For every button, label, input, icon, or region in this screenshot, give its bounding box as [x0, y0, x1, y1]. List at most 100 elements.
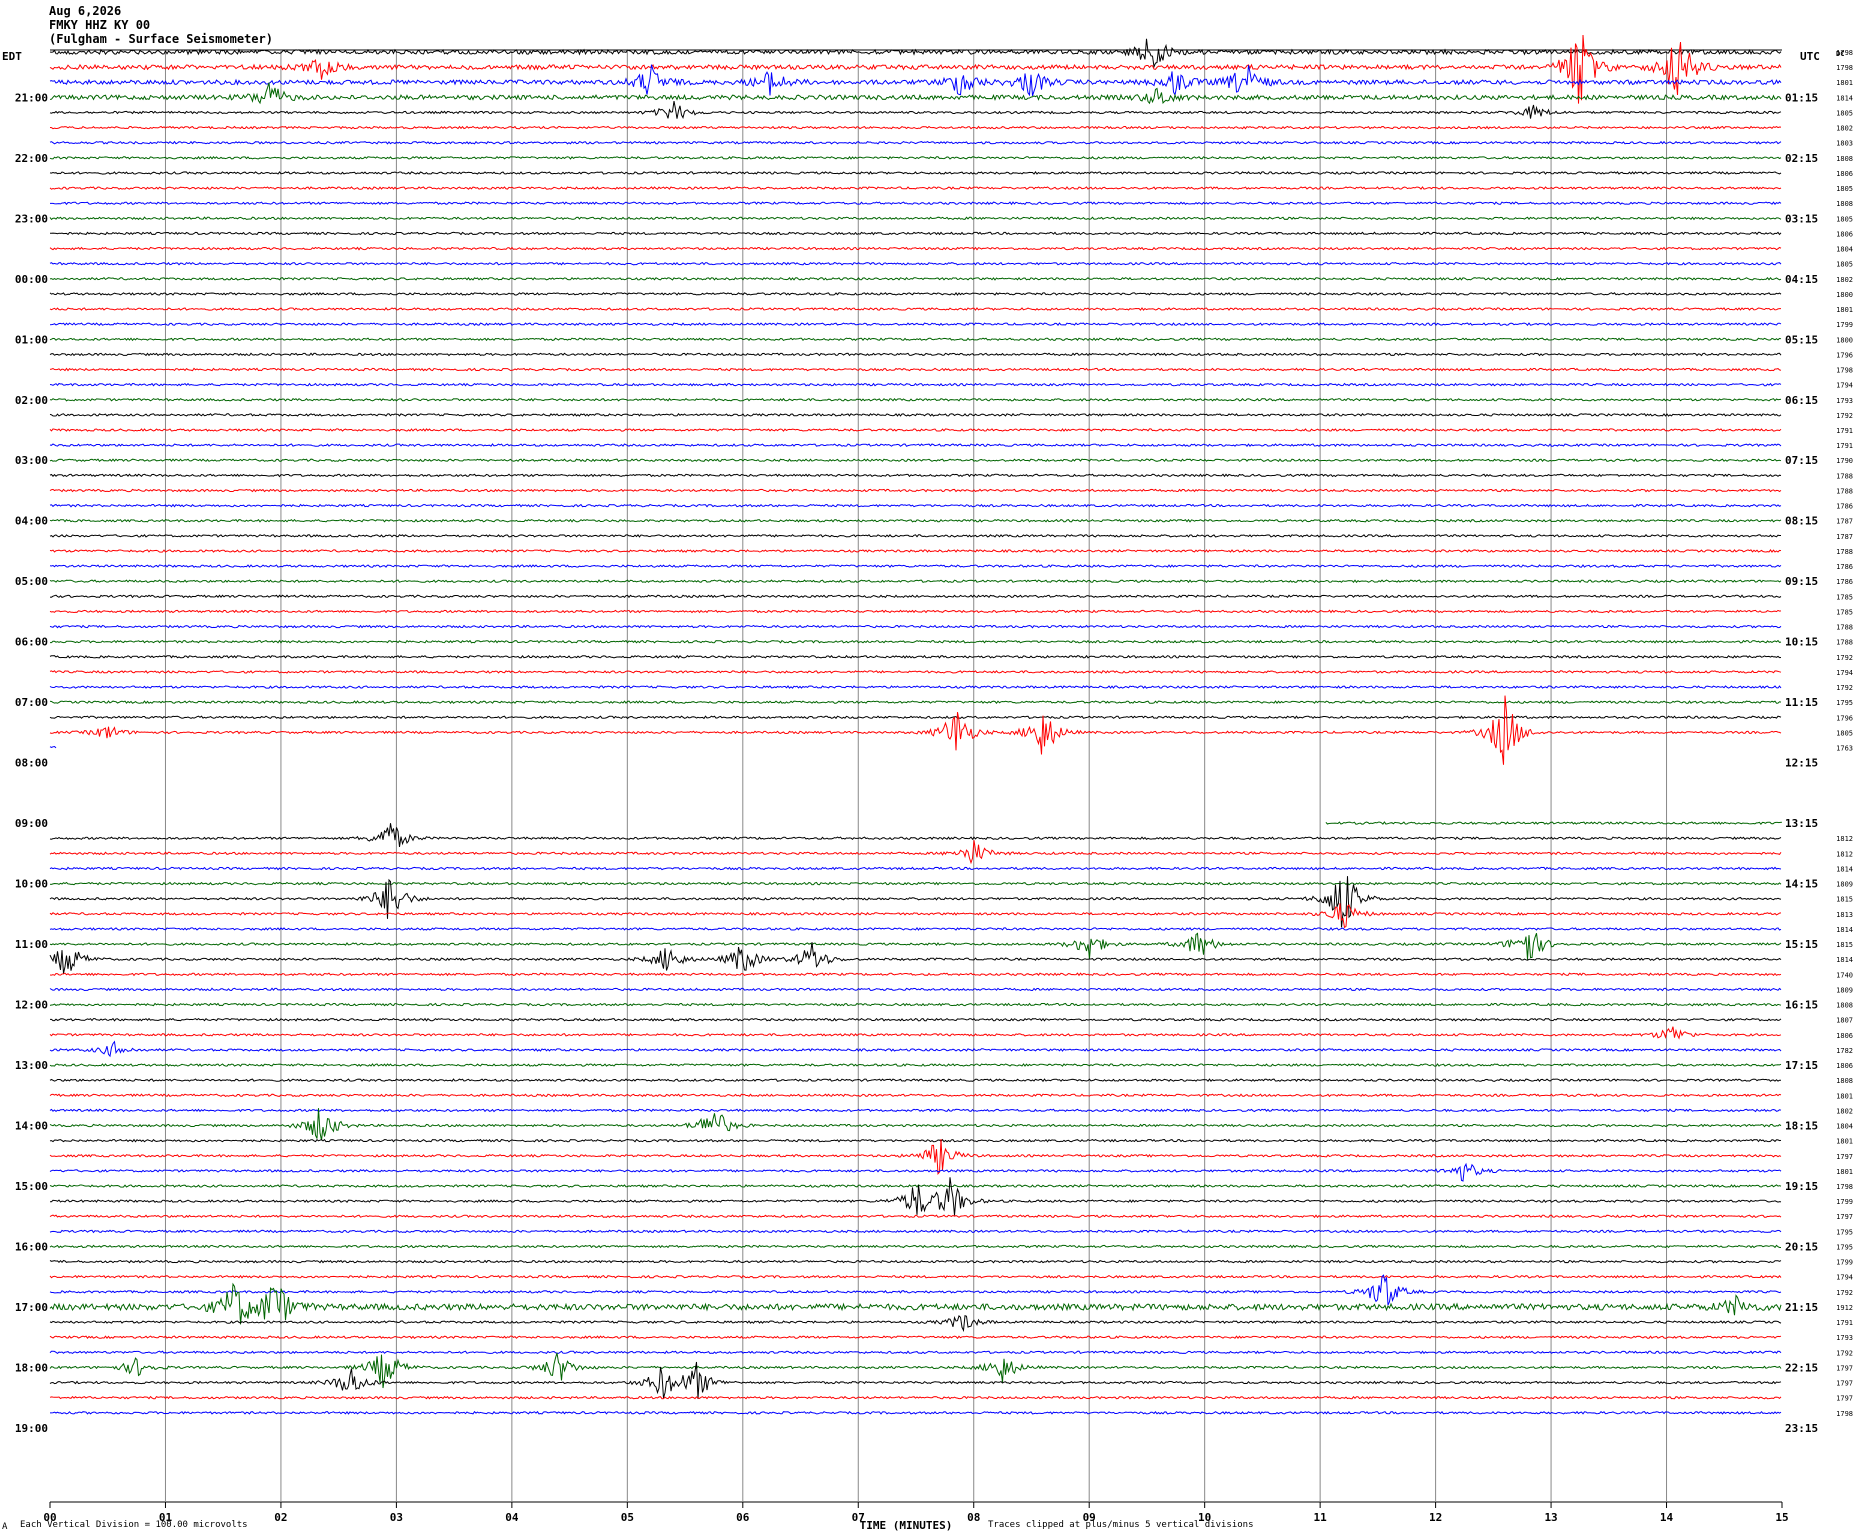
- dc-offset-label: 1806: [1836, 1062, 1853, 1070]
- utc-hour-label: 19:15: [1785, 1180, 1818, 1193]
- trace-line: [49, 942, 1782, 974]
- dc-offset-label: 1814: [1836, 865, 1853, 873]
- edt-hour-label: 19:00: [15, 1422, 48, 1435]
- dc-offset-label: 1806: [1836, 1032, 1853, 1040]
- edt-hour-label: 17:00: [15, 1301, 48, 1314]
- edt-hour-label: 14:00: [15, 1120, 48, 1133]
- dc-offset-label: 1800: [1836, 336, 1853, 344]
- dc-offset-label: 1814: [1836, 94, 1853, 102]
- trace-line: [49, 700, 1782, 705]
- edt-hour-label: 16:00: [15, 1240, 48, 1253]
- trace-line: [49, 1315, 1782, 1333]
- trace-line: [49, 261, 1782, 266]
- dc-offset-label: 1814: [1836, 926, 1853, 934]
- trace-line: [49, 1229, 1782, 1234]
- utc-hour-label: 03:15: [1785, 212, 1818, 225]
- dc-offset-label: 1797: [1836, 1364, 1853, 1372]
- dc-offset-label: 1792: [1836, 684, 1853, 692]
- dc-offset-label: 1801: [1836, 1138, 1853, 1146]
- dc-offset-label: 1808: [1836, 1002, 1853, 1010]
- dc-offset-label: 1786: [1836, 563, 1853, 571]
- edt-hour-label: 12:00: [15, 999, 48, 1012]
- dc-offset-label: 1801: [1836, 1092, 1853, 1100]
- trace-line: [49, 1063, 1782, 1067]
- dc-offset-label: 1815: [1836, 896, 1853, 904]
- dc-offset-label: 1790: [1836, 457, 1853, 465]
- trace-line: [49, 594, 1782, 599]
- dc-offset-label: 1792: [1836, 1289, 1853, 1297]
- x-tick-label: 13: [1544, 1511, 1557, 1524]
- trace-line: [49, 171, 1782, 175]
- x-tick-label: 14: [1660, 1511, 1674, 1524]
- utc-hour-label: 11:15: [1785, 696, 1818, 709]
- dc-offset-label: 1803: [1836, 140, 1853, 148]
- trace-line: [49, 292, 1782, 296]
- trace-line: [49, 695, 1782, 765]
- dc-offset-label: 1805: [1836, 215, 1853, 223]
- trace-line: [49, 276, 1782, 281]
- dc-offset-label: 1801: [1836, 1168, 1853, 1176]
- dc-offset-label: 1799: [1836, 321, 1853, 329]
- edt-hour-label: 06:00: [15, 636, 48, 649]
- trace-line: [49, 685, 1782, 689]
- dc-offset-label: 1740: [1836, 971, 1853, 979]
- trace-line: [49, 533, 1781, 538]
- trace-line: [49, 1274, 1782, 1306]
- utc-hour-label: 07:15: [1785, 454, 1818, 467]
- trace-line: [49, 1352, 1782, 1389]
- trace-line: [49, 246, 1782, 251]
- dc-offset-label: 1785: [1836, 608, 1853, 616]
- trace-line: [49, 1274, 1782, 1279]
- clip-note: Traces clipped at plus/minus 5 vertical …: [988, 1520, 1254, 1530]
- dc-offset-label: 1806: [1836, 230, 1853, 238]
- trace-line: [49, 1078, 1782, 1083]
- edt-hour-label: 21:00: [15, 91, 48, 104]
- dc-offset-label: 1812: [1836, 850, 1853, 858]
- utc-hour-label: 09:15: [1785, 575, 1818, 588]
- trace-line: [49, 549, 1782, 553]
- trace-line: [49, 34, 1782, 104]
- trace-line: [49, 1108, 1782, 1141]
- trace-line: [49, 82, 1782, 105]
- x-tick-label: 02: [274, 1511, 287, 1524]
- dc-offset-label: 1799: [1836, 1198, 1853, 1206]
- vertical-division-note: Each Vertical Division = 100.00 microvol…: [20, 1520, 248, 1530]
- trace-line: [50, 1017, 1782, 1022]
- edt-axis-label: EDT: [2, 50, 22, 63]
- dc-offset-label: 1798: [1836, 367, 1853, 375]
- dc-offset-label: 1794: [1836, 382, 1853, 390]
- dc-offset-label: 1804: [1836, 1123, 1853, 1131]
- x-tick-label: 15: [1775, 1511, 1788, 1524]
- trace-line: [49, 367, 1782, 372]
- utc-hour-label: 14:15: [1785, 878, 1818, 891]
- x-tick-label: 06: [736, 1511, 750, 1524]
- trace-line: [49, 987, 1782, 992]
- edt-hour-label: 00:00: [15, 273, 48, 286]
- dc-offset-label: 1814: [1836, 956, 1853, 964]
- dc-offset-label: 1805: [1836, 729, 1853, 737]
- trace-line: [49, 932, 1782, 960]
- edt-hour-label: 23:00: [15, 212, 48, 225]
- dc-offset-label: 1813: [1836, 911, 1853, 919]
- trace-line: [49, 38, 1782, 69]
- dc-offset-label: 1795: [1836, 699, 1853, 707]
- dc-offset-label: 1794: [1836, 669, 1853, 677]
- dc-offset-label: 1785: [1836, 593, 1853, 601]
- dc-offset-label: 1788: [1836, 472, 1853, 480]
- dc-offset-label: 1787: [1836, 533, 1853, 541]
- utc-hour-label: 04:15: [1785, 273, 1818, 286]
- dc-offset-label: 1800: [1836, 291, 1853, 299]
- trace-line: [49, 473, 1782, 478]
- dc-offset-label: 1809: [1836, 986, 1853, 994]
- dc-offset-label: 1912: [1836, 1304, 1853, 1312]
- dc-offset-label: 1795: [1836, 1243, 1853, 1251]
- trace-line: [49, 745, 57, 749]
- utc-axis-label: UTC: [1800, 50, 1820, 63]
- dc-offset-label: 1792: [1836, 654, 1853, 662]
- trace-line: [49, 307, 1781, 311]
- trace-line: [49, 1138, 1782, 1143]
- dc-offset-label: 1788: [1836, 548, 1853, 556]
- utc-hour-label: 01:15: [1785, 91, 1818, 104]
- x-tick-label: 08: [967, 1511, 980, 1524]
- dc-offset-label: 1805: [1836, 185, 1853, 193]
